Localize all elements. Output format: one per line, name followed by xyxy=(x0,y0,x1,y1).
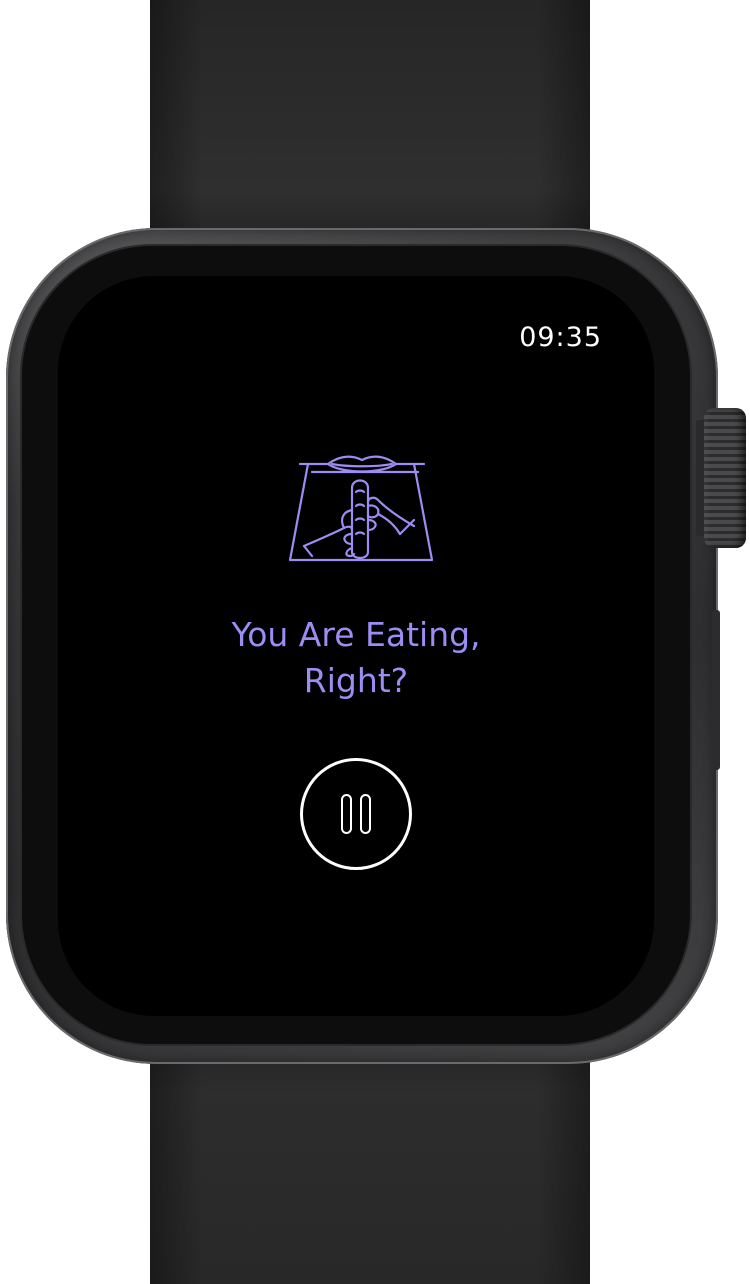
pause-icon xyxy=(341,794,371,834)
hands-holding-food-icon xyxy=(288,455,434,562)
side-button[interactable] xyxy=(712,610,720,770)
pause-bar-left xyxy=(341,794,352,834)
clock-time: 09:35 xyxy=(519,322,602,353)
digital-crown[interactable] xyxy=(704,408,746,548)
pause-bar-right xyxy=(360,794,371,834)
pause-button[interactable] xyxy=(300,758,412,870)
message-line-1: You Are Eating, xyxy=(231,615,481,654)
eating-reminder-message: You Are Eating, Right? xyxy=(58,612,654,704)
watch-screen: 09:35 You Are Eating, Right? xyxy=(58,276,654,1016)
message-line-2: Right? xyxy=(303,661,409,700)
